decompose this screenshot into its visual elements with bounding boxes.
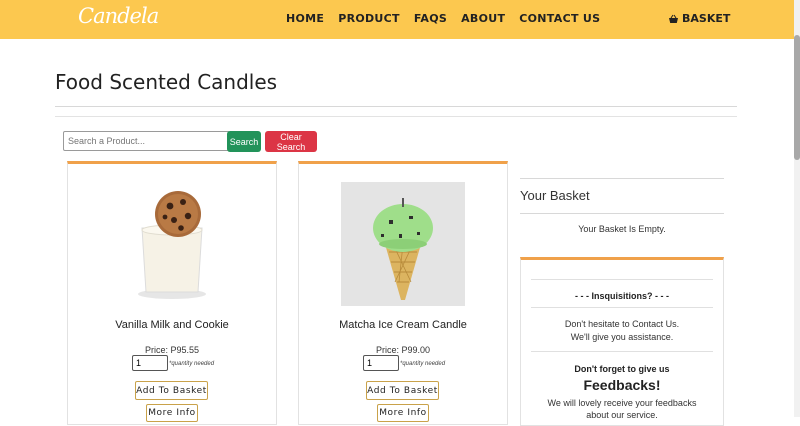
feedback-text: about our service. <box>586 410 658 420</box>
more-info-button[interactable]: More Info <box>146 404 198 422</box>
basket-icon <box>668 14 679 24</box>
divider <box>531 351 713 352</box>
feedback-title[interactable]: Feedbacks! <box>521 377 723 393</box>
brand-logo[interactable]: Candela <box>78 4 159 28</box>
nav-basket-label: BASKET <box>682 12 731 25</box>
product-name: Matcha Ice Cream Candle <box>339 319 467 331</box>
quantity-note: *quantity needed <box>400 361 446 367</box>
main-nav: HOME PRODUCT FAQS ABOUT CONTACT US <box>286 12 600 25</box>
add-to-basket-button[interactable]: Add To Basket <box>135 381 208 400</box>
product-name: Vanilla Milk and Cookie <box>115 319 229 331</box>
top-navbar: Candela HOME PRODUCT FAQS ABOUT CONTACT … <box>0 0 794 39</box>
divider <box>55 116 737 117</box>
inquiry-card: - - - Insquisitions? - - - Don't hesitat… <box>520 257 724 426</box>
product-card: Matcha Ice Cream Candle Price: P99.00 *q… <box>298 161 508 425</box>
feedback-label: Don't forget to give us <box>574 364 670 374</box>
quantity-input[interactable] <box>363 355 399 371</box>
nav-product[interactable]: PRODUCT <box>338 12 400 25</box>
nav-about[interactable]: ABOUT <box>461 12 505 25</box>
quantity-input[interactable] <box>132 355 168 371</box>
inquiry-text: We'll give you assistance. <box>570 332 674 342</box>
nav-home[interactable]: HOME <box>286 12 324 25</box>
divider <box>531 279 713 280</box>
scrollbar-thumb[interactable] <box>794 35 800 160</box>
basket-title: Your Basket <box>520 188 590 203</box>
page-scrollbar[interactable] <box>794 0 800 417</box>
basket-empty-message: Your Basket Is Empty. <box>578 224 666 234</box>
nav-basket[interactable]: BASKET <box>668 12 730 25</box>
quantity-note: *quantity needed <box>169 361 215 367</box>
nav-contact-us[interactable]: CONTACT US <box>519 12 600 25</box>
divider <box>520 178 724 179</box>
clear-search-button[interactable]: Clear Search <box>265 131 317 152</box>
search-input[interactable] <box>63 131 230 151</box>
divider <box>55 106 737 107</box>
product-image-matcha-ice-cream[interactable] <box>341 182 465 306</box>
search-button[interactable]: Search <box>227 131 261 152</box>
nav-faqs[interactable]: FAQS <box>414 12 447 25</box>
more-info-button[interactable]: More Info <box>377 404 429 422</box>
inquiry-title: - - - Insquisitions? - - - <box>575 291 669 301</box>
divider <box>531 307 713 308</box>
product-card: Vanilla Milk and Cookie Price: P95.55 *q… <box>67 161 277 425</box>
page-title: Food Scented Candles <box>55 70 278 94</box>
product-price: Price: P95.55 <box>144 345 200 355</box>
divider <box>520 213 724 214</box>
add-to-basket-button[interactable]: Add To Basket <box>366 381 439 400</box>
feedback-text: We will lovely receive your feedbacks <box>547 398 697 408</box>
inquiry-text: Don't hesitate to Contact Us. <box>564 319 680 329</box>
product-image-milk-cookie[interactable] <box>110 182 234 306</box>
product-price: Price: P99.00 <box>375 345 431 355</box>
